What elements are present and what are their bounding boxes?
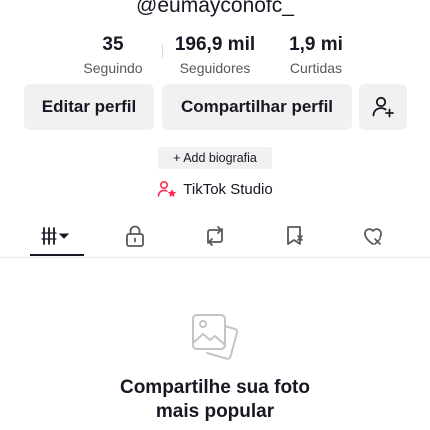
empty-state-line1: Compartilhe sua foto [119,377,310,398]
share-profile-button[interactable]: Compartilhar perfil [162,84,352,130]
stat-followers-label: Seguidores [179,60,251,76]
liked-icon [364,228,382,245]
stat-likes[interactable]: 1,9 mi Curtidas [280,34,352,76]
tabs-divider [0,257,430,258]
add-user-icon [372,96,394,118]
tab-reposts[interactable] [188,218,242,254]
profile-tabs [0,218,430,258]
stat-following-label: Seguindo [83,60,143,76]
stat-likes-value: 1,9 mi [289,34,343,55]
tab-favorites[interactable] [268,218,322,254]
bookmark-icon [287,226,303,245]
empty-state-line2: mais popular [155,401,275,422]
repost-icon [207,226,223,246]
stat-likes-label: Curtidas [289,60,343,76]
tab-liked[interactable] [346,218,400,254]
stat-following[interactable]: 35 Seguindo [78,34,148,76]
empty-state-photo-icon [188,312,242,367]
edit-profile-button[interactable]: Editar perfil [24,84,154,130]
stat-followers[interactable]: 196,9 mil Seguidores [166,34,264,76]
profile-stats: 35 Seguindo 196,9 mil Seguidores 1,9 mi … [0,34,430,78]
add-friend-button[interactable] [359,84,407,130]
tiktok-studio-label: TikTok Studio [183,180,273,198]
stat-followers-value: 196,9 mil [174,34,256,55]
profile-username: @eumayconofc_ [136,0,294,17]
add-bio-button[interactable]: + Add biografia [158,147,272,169]
tab-selected-indicator [30,254,84,256]
empty-state-message: Compartilhe sua foto mais popular [0,376,430,424]
stat-following-value: 35 [102,34,124,55]
tab-videos[interactable] [30,218,84,254]
grid-dropdown-icon [41,227,70,245]
lock-icon [126,225,144,247]
tab-private[interactable] [108,218,162,254]
person-star-icon [157,180,177,198]
photo-icon [192,314,239,360]
tiktok-studio-link[interactable]: TikTok Studio [0,180,430,198]
stat-divider [162,44,163,58]
